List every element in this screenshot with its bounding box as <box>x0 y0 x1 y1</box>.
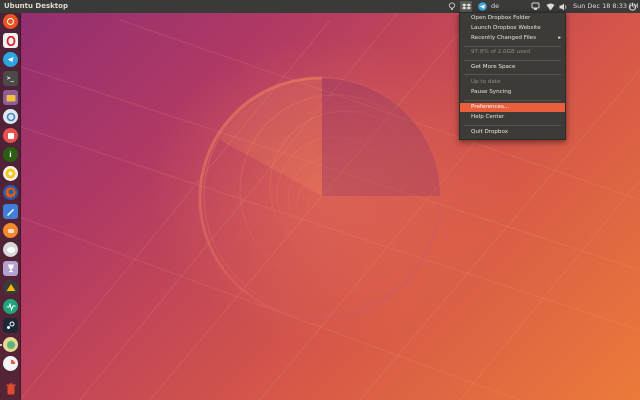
wifi-icon[interactable] <box>544 1 556 12</box>
info-icon[interactable]: i <box>3 147 18 162</box>
telegram-icon[interactable] <box>3 52 18 67</box>
telegram-icon[interactable] <box>476 1 488 12</box>
menu-item-storage-usage: 97.8% of 2.0GB used <box>471 49 531 55</box>
disks-icon[interactable] <box>3 242 18 257</box>
menu-item-preferences[interactable]: Preferences... <box>460 103 565 112</box>
menu-item-launch-dropbox-website[interactable]: Launch Dropbox Website <box>460 24 565 33</box>
writer-icon[interactable] <box>3 204 18 219</box>
notes-icon[interactable] <box>3 223 18 238</box>
steam-icon[interactable] <box>3 318 18 333</box>
settings-icon[interactable] <box>3 109 18 124</box>
submenu-arrow-icon: ▸ <box>558 35 561 41</box>
terminal-icon[interactable]: >_ <box>3 71 18 86</box>
chrome-icon[interactable] <box>3 166 18 181</box>
menu-item-quit-dropbox[interactable]: Quit Dropbox <box>460 128 565 137</box>
firefox-icon[interactable] <box>3 185 18 200</box>
menu-item-open-dropbox-folder[interactable]: Open Dropbox Folder <box>460 14 565 23</box>
menu-separator <box>464 60 561 61</box>
menu-item-help-center[interactable]: Help Center <box>460 113 565 122</box>
files-icon[interactable] <box>3 90 18 105</box>
screenshot-icon[interactable] <box>3 128 18 143</box>
menu-item-label: Recently Changed Files <box>471 35 536 41</box>
menu-separator <box>464 74 561 75</box>
system-monitor-icon[interactable] <box>3 299 18 314</box>
opera-icon[interactable] <box>3 33 18 48</box>
network-icon[interactable] <box>529 1 541 12</box>
keyboard-layout-indicator[interactable]: de <box>491 2 499 10</box>
power-icon[interactable] <box>626 1 638 12</box>
trash-icon[interactable] <box>3 381 18 396</box>
active-window-title: Ubuntu Desktop <box>4 2 68 10</box>
menu-separator <box>464 125 561 126</box>
pie-chart-icon[interactable] <box>3 356 18 371</box>
maps-icon[interactable] <box>3 337 18 352</box>
menu-item-recently-changed-files[interactable]: Recently Changed Files ▸ <box>460 34 565 43</box>
menu-item-get-more-space[interactable]: Get More Space <box>460 63 565 72</box>
menu-item-sync-status: Up to date <box>471 79 501 85</box>
network-manager-icon[interactable] <box>3 280 18 295</box>
launcher: >_ i <box>0 13 21 400</box>
running-app-indicator <box>0 344 2 346</box>
menu-separator <box>464 100 561 101</box>
menu-item-pause-syncing[interactable]: Pause Syncing <box>460 88 565 97</box>
menu-separator <box>464 46 561 47</box>
lightbulb-icon[interactable] <box>446 1 458 12</box>
trophy-icon[interactable] <box>3 261 18 276</box>
dropbox-menu: Open Dropbox Folder Launch Dropbox Websi… <box>459 12 566 140</box>
volume-icon[interactable] <box>557 1 569 12</box>
ubuntu-software-icon[interactable] <box>3 14 18 29</box>
dropbox-icon[interactable] <box>460 1 472 12</box>
